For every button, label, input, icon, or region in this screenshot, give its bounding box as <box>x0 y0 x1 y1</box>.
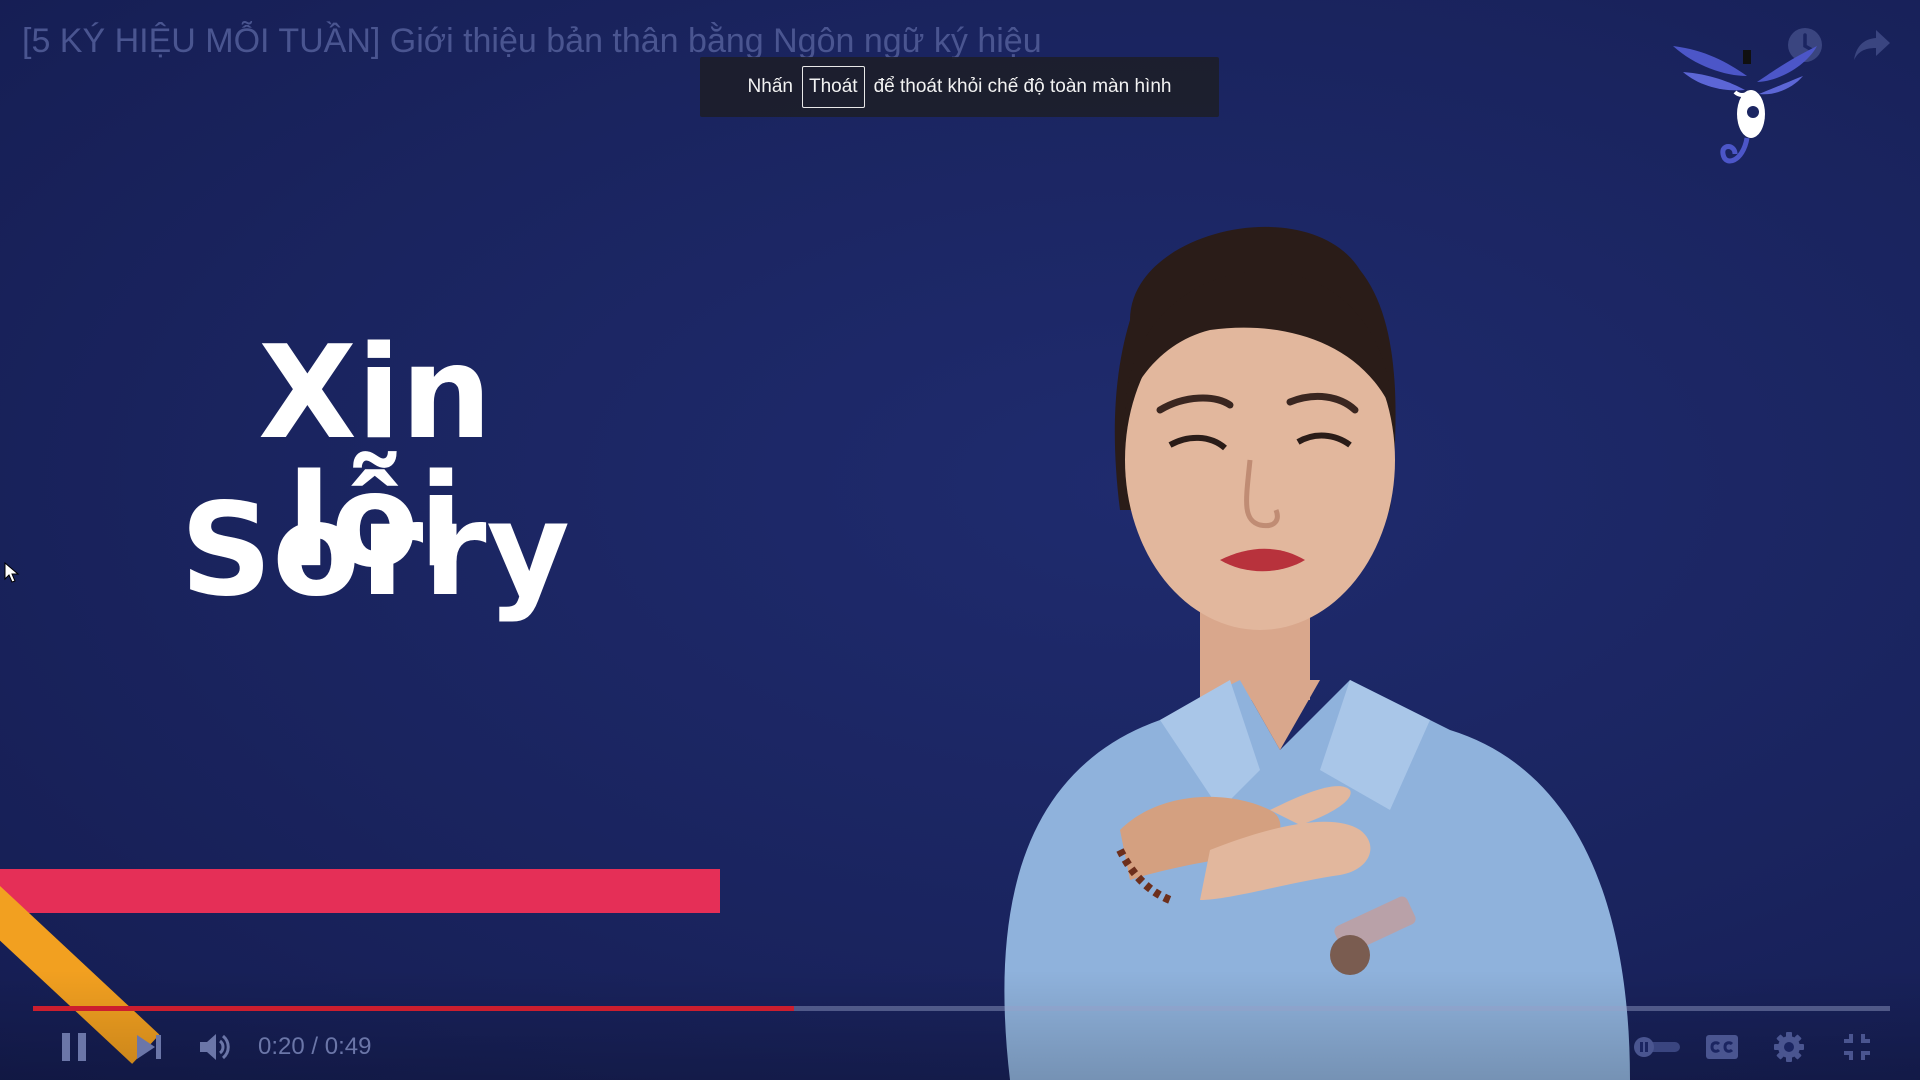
time-display: 0:20 / 0:49 <box>258 1033 371 1061</box>
toast-suffix: để thoát khỏi chế độ toàn màn hình <box>873 76 1172 97</box>
volume-button[interactable] <box>193 1025 237 1069</box>
captions-icon <box>1706 1035 1738 1059</box>
time-separator: / <box>304 1033 325 1060</box>
toast-key: Thoát <box>801 66 865 108</box>
toast-prefix: Nhấn <box>747 76 793 97</box>
duration: 0:49 <box>324 1033 372 1060</box>
autoplay-toggle[interactable] <box>1628 1025 1688 1069</box>
captions-button[interactable] <box>1700 1025 1744 1069</box>
progress-bar[interactable] <box>33 1006 1890 1011</box>
current-time: 0:20 <box>258 1033 305 1060</box>
pause-button[interactable] <box>52 1025 96 1069</box>
settings-button[interactable] <box>1767 1025 1811 1069</box>
channel-logo <box>1673 46 1817 164</box>
exit-fullscreen-button[interactable] <box>1835 1025 1879 1069</box>
slide-text-english: Sorry <box>180 476 570 625</box>
decorative-red-stripe <box>0 869 720 913</box>
exit-fullscreen-icon <box>1844 1034 1870 1060</box>
video-player[interactable]: [5 KÝ HIỆU MỖI TUẦN] Giới thiệu bản thân… <box>0 0 1920 1080</box>
settings-icon <box>1774 1032 1804 1062</box>
volume-icon <box>200 1034 230 1060</box>
next-button[interactable] <box>127 1025 171 1069</box>
progress-played <box>33 1006 795 1011</box>
mouse-cursor <box>4 562 20 583</box>
pause-icon <box>62 1033 86 1061</box>
autoplay-toggle-icon <box>1634 1037 1680 1057</box>
presenter-figure <box>1004 226 1630 1080</box>
next-icon <box>137 1035 161 1059</box>
share-icon[interactable] <box>1852 25 1892 65</box>
video-title[interactable]: [5 KÝ HIỆU MỖI TUẦN] Giới thiệu bản thân… <box>22 22 1042 61</box>
exit-fullscreen-toast: Nhấn Thoát để thoát khỏi chế độ toàn màn… <box>700 57 1219 117</box>
